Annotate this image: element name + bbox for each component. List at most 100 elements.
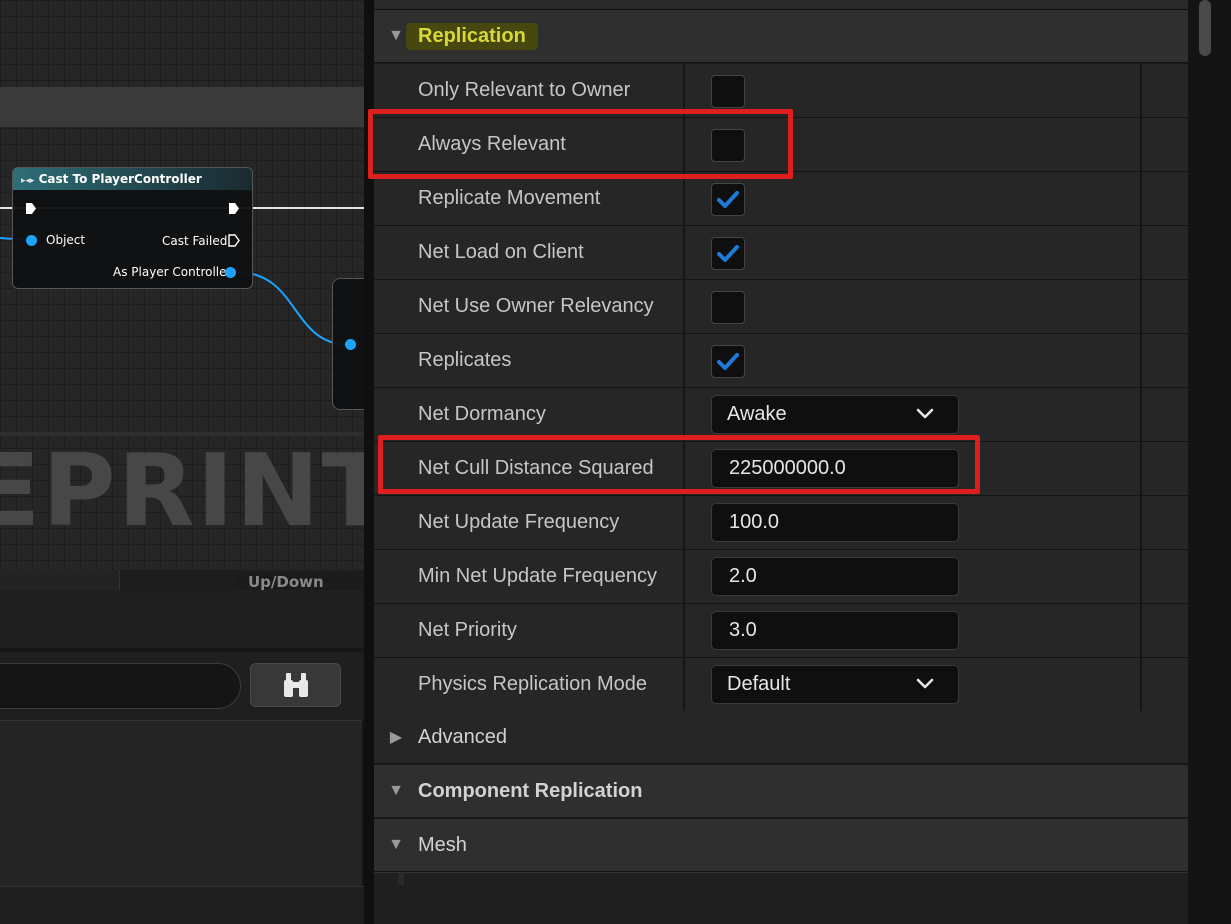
reset-column <box>1144 658 1188 711</box>
cast-to-playercontroller-node[interactable]: ▸◂▸ Cast To PlayerController Object Cast … <box>12 167 253 289</box>
property-label: Physics Replication Mode <box>374 658 685 711</box>
property-value-cell <box>687 172 1142 225</box>
target-input-pin[interactable] <box>345 339 356 350</box>
reset-column <box>1144 604 1188 657</box>
property-row-physics-replication-mode: Physics Replication Mode Default <box>374 658 1188 712</box>
dropdown-value: Awake <box>727 403 787 425</box>
details-panel: ▼ Replication Only Relevant to Owner Alwa… <box>374 0 1231 924</box>
exec-in-pin[interactable] <box>25 202 37 215</box>
net-priority-input[interactable]: 3.0 <box>711 611 959 650</box>
left-footer <box>0 886 364 924</box>
property-value-cell <box>687 226 1142 279</box>
property-value-cell: Default <box>687 658 1142 711</box>
category-replication[interactable]: ▼ Replication <box>374 10 1188 63</box>
target-node[interactable] <box>332 278 364 410</box>
find-results-toolbar <box>0 590 364 720</box>
category-replication-label: Replication <box>406 22 538 50</box>
property-value-cell <box>687 280 1142 333</box>
only-relevant-to-owner-checkbox[interactable] <box>711 75 745 108</box>
property-label: Only Relevant to Owner <box>374 64 685 117</box>
property-label: Net Priority <box>374 604 685 657</box>
property-label: Net Cull Distance Squared <box>374 442 685 495</box>
mesh-row-stub <box>398 873 688 885</box>
property-row-always-relevant: Always Relevant <box>374 118 1188 172</box>
net-use-owner-relevancy-checkbox[interactable] <box>711 291 745 324</box>
separator <box>0 648 364 652</box>
category-advanced[interactable]: ▶ Advanced <box>374 711 1188 764</box>
reset-column <box>1144 226 1188 279</box>
graph-tab[interactable] <box>0 570 120 590</box>
property-value-cell: 100.0 <box>687 496 1142 549</box>
property-value-cell <box>687 334 1142 387</box>
category-mesh[interactable]: ▼ Mesh <box>374 819 1188 872</box>
chevron-down-icon <box>916 678 934 689</box>
reset-column <box>1144 550 1188 603</box>
details-bottom <box>374 872 1188 924</box>
blueprint-graph[interactable]: ▸◂▸ Cast To PlayerController Object Cast … <box>0 0 364 590</box>
net-cull-distance-squared-input[interactable]: 225000000.0 <box>711 449 959 488</box>
blueprint-watermark: EPRINT <box>0 432 364 542</box>
scrollbar-thumb[interactable] <box>1199 0 1211 56</box>
find-search-input[interactable] <box>0 663 241 709</box>
always-relevant-checkbox[interactable] <box>711 129 745 162</box>
node-header[interactable]: ▸◂▸ Cast To PlayerController <box>13 168 252 190</box>
find-results-panel <box>0 720 362 886</box>
triangle-down-icon: ▼ <box>388 782 404 799</box>
exec-out-pin[interactable] <box>228 202 240 215</box>
previous-section-edge <box>374 0 1188 10</box>
as-player-controller-pin-label: As Player Controller <box>113 265 232 279</box>
cast-failed-pin[interactable] <box>228 234 240 247</box>
reset-column <box>1144 334 1188 387</box>
property-row-net-load-on-client: Net Load on Client <box>374 226 1188 280</box>
cast-icon: ▸◂▸ <box>21 176 35 186</box>
property-row-net-cull-distance-squared: Net Cull Distance Squared 225000000.0 <box>374 442 1188 496</box>
chevron-down-icon <box>916 408 934 419</box>
find-button[interactable] <box>250 663 341 707</box>
property-label: Replicate Movement <box>374 172 685 225</box>
reset-column <box>1144 496 1188 549</box>
physics-replication-mode-dropdown[interactable]: Default <box>711 665 959 704</box>
details-scrollbar[interactable] <box>1188 0 1231 924</box>
triangle-down-icon: ▼ <box>388 836 404 853</box>
object-pin[interactable] <box>26 235 37 246</box>
category-component-replication-label: Component Replication <box>418 779 643 802</box>
reset-column <box>1144 388 1188 441</box>
checkmark-icon <box>717 190 739 208</box>
property-label: Replicates <box>374 334 685 387</box>
reset-column <box>1144 442 1188 495</box>
property-label: Net Dormancy <box>374 388 685 441</box>
property-label: Net Update Frequency <box>374 496 685 549</box>
object-pin-label: Object <box>46 233 86 247</box>
cast-failed-pin-label: Cast Failed <box>162 234 228 248</box>
node-title: Cast To PlayerController <box>38 172 202 186</box>
replicates-checkbox[interactable] <box>711 345 745 378</box>
reset-column <box>1144 172 1188 225</box>
property-row-replicates: Replicates <box>374 334 1188 388</box>
checkmark-icon <box>717 352 739 370</box>
category-component-replication[interactable]: ▼ Component Replication <box>374 765 1188 818</box>
dropdown-value: Default <box>727 673 791 695</box>
replicate-movement-checkbox[interactable] <box>711 183 745 216</box>
property-label: Net Load on Client <box>374 226 685 279</box>
property-row-net-use-owner-relevancy: Net Use Owner Relevancy <box>374 280 1188 334</box>
property-row-net-priority: Net Priority 3.0 <box>374 604 1188 658</box>
reset-column <box>1144 280 1188 333</box>
as-player-controller-pin[interactable] <box>225 267 236 278</box>
reset-column <box>1144 64 1188 117</box>
property-label: Min Net Update Frequency <box>374 550 685 603</box>
min-net-update-frequency-input[interactable]: 2.0 <box>711 557 959 596</box>
category-mesh-label: Mesh <box>418 833 467 856</box>
net-update-frequency-input[interactable]: 100.0 <box>711 503 959 542</box>
property-row-min-net-update-frequency: Min Net Update Frequency 2.0 <box>374 550 1188 604</box>
property-value-cell <box>687 118 1142 171</box>
property-row-net-dormancy: Net Dormancy Awake <box>374 388 1188 442</box>
property-row-only-relevant-to-owner: Only Relevant to Owner <box>374 64 1188 118</box>
net-dormancy-dropdown[interactable]: Awake <box>711 395 959 434</box>
panel-splitter[interactable] <box>364 0 374 924</box>
property-value-cell: 3.0 <box>687 604 1142 657</box>
property-value-cell: 225000000.0 <box>687 442 1142 495</box>
net-load-on-client-checkbox[interactable] <box>711 237 745 270</box>
reset-column <box>1144 118 1188 171</box>
property-row-net-update-frequency: Net Update Frequency 100.0 <box>374 496 1188 550</box>
property-value-cell: Awake <box>687 388 1142 441</box>
